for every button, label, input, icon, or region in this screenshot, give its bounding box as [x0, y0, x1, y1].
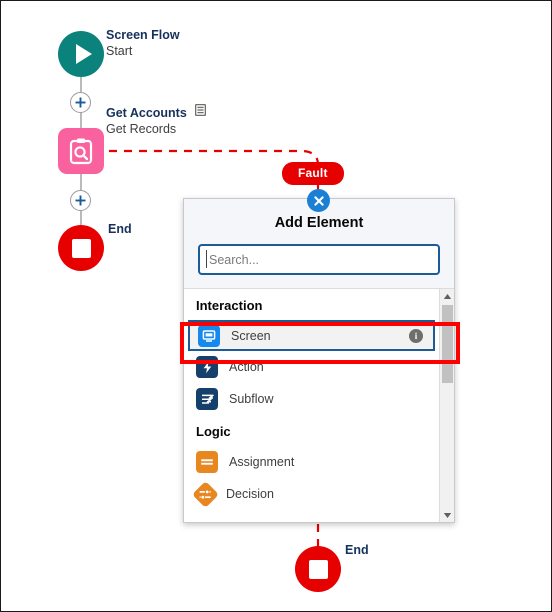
list-item-label: Action — [229, 360, 264, 374]
get-records-icon — [58, 128, 104, 174]
scrollbar-thumb[interactable] — [442, 305, 453, 383]
panel-header: Add Element — [184, 199, 454, 289]
start-node-label: Screen Flow Start — [106, 28, 180, 58]
list-item-action[interactable]: Action — [184, 351, 439, 383]
section-header-interaction: Interaction — [196, 298, 263, 313]
search-input[interactable] — [198, 244, 440, 275]
start-node[interactable] — [58, 31, 104, 77]
list-item-label: Screen — [231, 328, 271, 343]
list-item-assignment[interactable]: Assignment — [184, 446, 439, 478]
start-node-title: Screen Flow — [106, 28, 180, 42]
record-list-icon — [195, 103, 207, 119]
list-item-decision[interactable]: Decision — [184, 478, 439, 510]
text-caret — [206, 250, 207, 268]
close-icon[interactable] — [307, 189, 330, 212]
subflow-icon — [196, 388, 218, 410]
list-item-label: Subflow — [229, 392, 274, 406]
caret-up-icon[interactable] — [440, 289, 455, 303]
flow-builder-canvas: Screen Flow Start Get Accounts Get Recor… — [0, 0, 552, 612]
start-node-subtitle: Start — [106, 44, 133, 58]
get-records-node-subtitle: Get Records — [106, 122, 177, 136]
end-node-main[interactable] — [58, 225, 104, 271]
list-item-subflow[interactable]: Subflow — [184, 383, 439, 415]
end-node-fault-label: End — [345, 543, 369, 557]
add-element-panel: Add Element Interaction — [183, 198, 455, 523]
decision-icon — [192, 480, 219, 508]
panel-title: Add Element — [274, 215, 364, 231]
screen-icon — [198, 324, 220, 347]
plus-icon — [75, 195, 86, 206]
end-icon — [295, 546, 341, 592]
get-records-node-label: Get Accounts Get Records — [106, 103, 207, 136]
panel-body: Interaction Screen i Action Subflow Logi… — [184, 289, 454, 522]
assignment-icon — [196, 451, 218, 473]
list-item-label: Assignment — [229, 455, 295, 469]
plus-icon — [75, 97, 86, 108]
list-item-screen[interactable]: Screen i — [188, 320, 435, 351]
list-scrollbar[interactable] — [439, 289, 454, 522]
element-list: Interaction Screen i Action Subflow Logi… — [184, 289, 439, 522]
search-field-wrapper — [198, 244, 440, 275]
section-header-logic: Logic — [196, 424, 231, 439]
end-node-fault[interactable] — [295, 546, 341, 592]
get-records-node-title: Get Accounts — [106, 106, 187, 120]
list-item-label: Decision — [226, 487, 274, 501]
end-node-main-label: End — [108, 222, 132, 236]
fault-badge: Fault — [282, 162, 344, 185]
play-icon — [58, 31, 104, 77]
info-icon[interactable]: i — [409, 328, 423, 343]
end-icon — [58, 225, 104, 271]
add-element-plus-bottom[interactable] — [70, 190, 91, 211]
add-element-plus-top[interactable] — [70, 92, 91, 113]
get-records-node[interactable] — [58, 128, 104, 174]
caret-down-icon[interactable] — [440, 508, 455, 522]
action-icon — [196, 356, 218, 378]
